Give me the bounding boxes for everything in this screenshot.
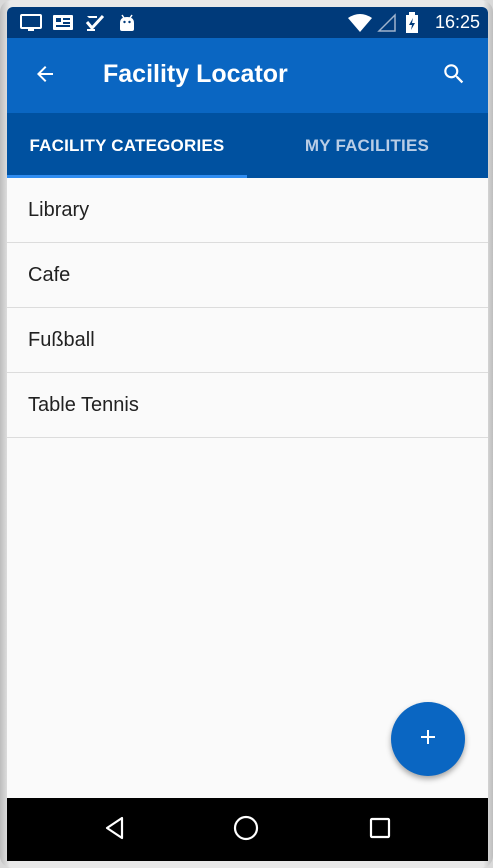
- back-triangle-icon: [102, 815, 128, 846]
- back-button[interactable]: [25, 56, 65, 96]
- nav-home-button[interactable]: [229, 813, 263, 847]
- battery-charging-icon: [405, 12, 419, 39]
- search-button[interactable]: [434, 56, 474, 96]
- list-item-cafe[interactable]: Cafe: [7, 243, 488, 308]
- page-title: Facility Locator: [103, 60, 288, 88]
- nav-back-button[interactable]: [98, 813, 132, 847]
- search-icon: [441, 61, 467, 92]
- wifi-icon: [348, 13, 372, 38]
- android-icon: [117, 14, 137, 37]
- device-frame: 16:25 Facility Locator FACILITY CATEGORI…: [0, 0, 493, 868]
- facility-category-list: Library Cafe Fußball Table Tennis: [7, 178, 488, 438]
- list-item-fussball[interactable]: Fußball: [7, 308, 488, 373]
- screen-cast-icon: [20, 14, 42, 37]
- status-bar: 16:25: [7, 7, 488, 38]
- list-item-library[interactable]: Library: [7, 178, 488, 243]
- add-button[interactable]: [391, 702, 465, 776]
- app-bar: Facility Locator: [7, 38, 488, 113]
- recents-square-icon: [368, 816, 392, 845]
- home-circle-icon: [232, 814, 260, 847]
- tab-bar: FACILITY CATEGORIES MY FACILITIES: [7, 113, 488, 178]
- nav-recents-button[interactable]: [363, 813, 397, 847]
- news-icon: [52, 14, 74, 37]
- status-time: 16:25: [434, 12, 480, 32]
- phone-screen: 16:25 Facility Locator FACILITY CATEGORI…: [7, 7, 488, 861]
- tab-facility-categories[interactable]: FACILITY CATEGORIES: [7, 113, 247, 178]
- tasks-icon: [85, 14, 105, 37]
- system-nav-bar: [7, 798, 488, 861]
- arrow-back-icon: [33, 62, 57, 91]
- signal-icon: [377, 13, 397, 38]
- add-icon: [416, 725, 440, 754]
- tab-my-facilities[interactable]: MY FACILITIES: [247, 113, 487, 178]
- list-item-table-tennis[interactable]: Table Tennis: [7, 373, 488, 438]
